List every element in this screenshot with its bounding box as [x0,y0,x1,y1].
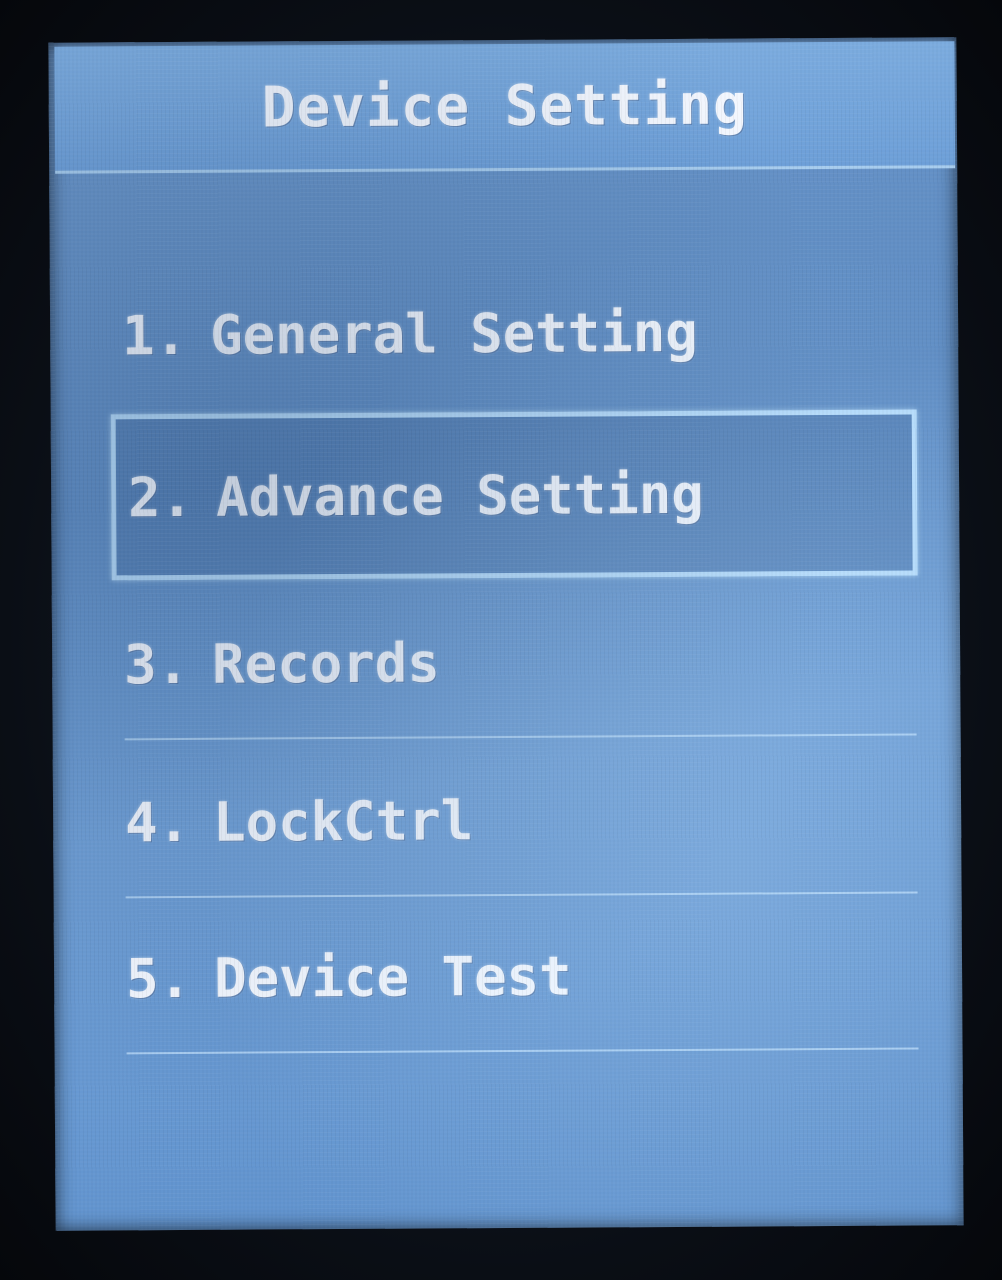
device-bezel: Device Setting 1. General Setting 2. Adv… [0,0,1002,1280]
menu-item-label: General Setting [209,300,699,367]
menu-item-label: Advance Setting [215,462,705,529]
menu-item-label: Device Test [213,944,572,1010]
menu-item-advance-setting[interactable]: 2. Advance Setting [110,409,918,581]
menu-item-label: LockCtrl [212,788,474,854]
menu-item-number: 1. [121,303,188,367]
menu-item-number: 3. [123,632,190,696]
menu-item-number: 2. [127,465,194,529]
menu-item-label: Records [211,630,440,696]
lcd-screen: Device Setting 1. General Setting 2. Adv… [48,37,964,1231]
menu-item-device-test[interactable]: 5. Device Test [125,899,919,1055]
menu-item-lockctrl[interactable]: 4. LockCtrl [124,743,918,899]
menu-list: 1. General Setting 2. Advance Setting 3.… [48,37,963,1231]
menu-item-records[interactable]: 3. Records [123,585,917,741]
menu-item-number: 5. [125,946,192,1010]
menu-item-number: 4. [124,790,191,854]
menu-item-general-setting[interactable]: 1. General Setting [122,256,915,411]
